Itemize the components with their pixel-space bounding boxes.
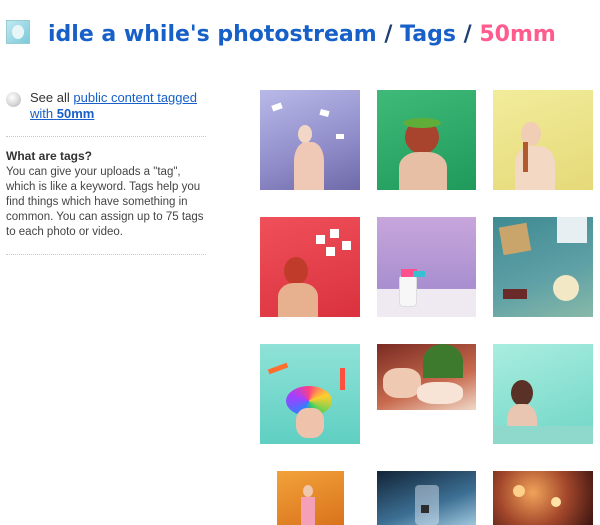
photo-jar-blue-dark[interactable]: [377, 471, 476, 525]
page-header: idle a while's photostream / Tags / 50mm: [6, 18, 596, 58]
photo-woman-teal-wall[interactable]: [493, 344, 593, 444]
photo-floor-teddy-chair[interactable]: [493, 217, 593, 317]
tags-help-heading: What are tags?: [6, 149, 93, 163]
tags-help-text: You can give your uploads a "tag", which…: [6, 166, 204, 238]
sidebar: See all public content tagged with 50mm …: [6, 90, 206, 267]
photo-women-christmas-tree[interactable]: [377, 344, 476, 410]
photostream-link[interactable]: idle a while's photostream: [48, 22, 377, 47]
breadcrumb-separator: /: [463, 22, 472, 47]
photo-woman-flower-crown-green[interactable]: [377, 90, 476, 190]
see-all-public-content: See all public content tagged with 50mm: [6, 90, 206, 122]
breadcrumb-separator: /: [384, 22, 393, 47]
public-content-link-tag[interactable]: 50mm: [57, 106, 95, 121]
photo-woman-autumn-trees[interactable]: [277, 471, 344, 525]
photo-woman-red-wall-notes[interactable]: [260, 217, 360, 317]
photo-woman-colorful-wig[interactable]: [260, 344, 360, 444]
page-title: idle a while's photostream / Tags / 50mm: [48, 22, 556, 47]
current-tag: 50mm: [479, 22, 556, 47]
photo-bokeh-warm[interactable]: [493, 471, 593, 525]
see-all-prefix: See all: [30, 90, 70, 105]
photo-curtain-bottle-bow[interactable]: [377, 217, 476, 317]
globe-icon: [6, 92, 21, 107]
divider: [6, 254, 206, 255]
photo-woman-paper-birds[interactable]: [260, 90, 360, 190]
photo-woman-braid-yellow[interactable]: [493, 90, 593, 190]
tags-link[interactable]: Tags: [400, 22, 456, 47]
avatar[interactable]: [6, 20, 30, 44]
divider: [6, 136, 206, 137]
